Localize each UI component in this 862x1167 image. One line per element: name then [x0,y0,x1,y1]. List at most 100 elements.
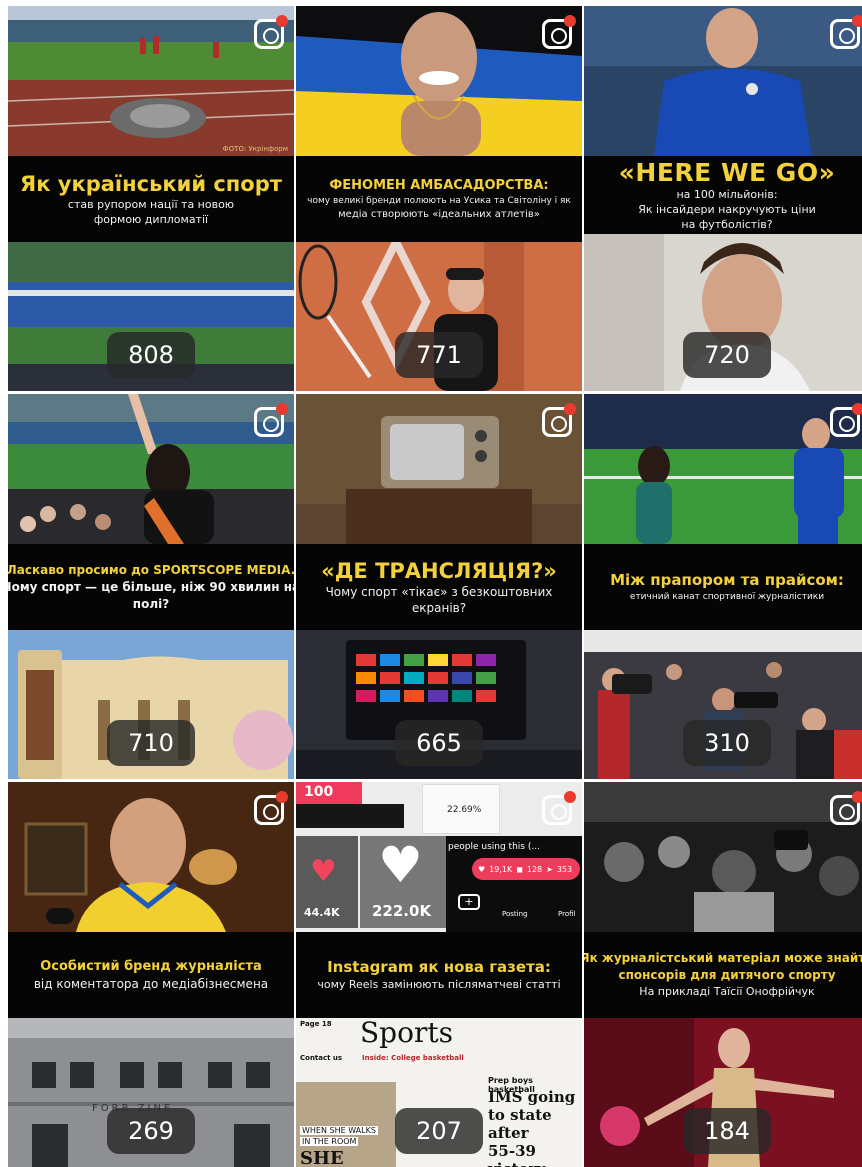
stat-shares: 353 [556,864,573,874]
likes-small: 44.4K [304,906,340,919]
old-tv-photo [296,394,582,544]
reel-title-3: полі? [132,596,170,611]
title-banner: ФЕНОМЕН АМБАСАДОРСТВА: чому великі бренд… [296,156,582,242]
reel-icon [254,403,288,437]
reel-title: Instagram як нова газета: [327,958,551,976]
insights-percent: 22.69% [447,805,482,815]
reel-title-1: Ласкаво просимо до SPORTSCOPE MEDIA. [8,562,294,577]
photo-credit: ФОТО: Укрінформ [222,145,288,153]
reel-tile-here-we-go[interactable]: «HERE WE GO» на 100 мільйонів: Як інсайд… [584,6,862,391]
like-tile-small: ♥ 44.4K [296,836,358,928]
page-number: Page 18 [300,1020,332,1028]
stadium-fans-photo [8,394,294,544]
view-count: 808 [107,332,195,378]
likes-big: 222.0K [372,902,432,920]
title-banner: Instagram як нова газета: чому Reels зам… [296,932,582,1018]
headline: IMS going to state after 55-39 victory [488,1088,582,1167]
headline-line-3: 55-39 victory [488,1142,545,1167]
nav-posting: Posting [502,910,528,918]
view-count: 720 [683,332,771,378]
reel-icon [254,791,288,825]
heart-icon: ♥ [378,836,423,894]
reel-title: «HERE WE GO» [618,157,836,187]
people-using-text: people using this (... [448,842,540,852]
reel-tile-ukrainian-sport[interactable]: ФОТО: Укрінформ Як український спорт ста… [8,6,294,391]
stat-comments: 128 [526,864,543,874]
reel-title: «ДЕ ТРАНСЛЯЦІЯ?» [321,559,557,583]
reel-subtitle-1: став рупором нації та новою [67,198,235,211]
reel-tile-broadcast[interactable]: «ДЕ ТРАНСЛЯЦІЯ?» Чому спорт «тікає» з бе… [296,394,582,779]
reel-title: ФЕНОМЕН АМБАСАДОРСТВА: [329,177,549,193]
reel-tile-personal-brand[interactable]: Особистий бренд журналіста від коментато… [8,782,294,1167]
insights-card: 22.69% [422,784,500,834]
newspaper-masthead: Sports [360,1016,453,1049]
title-banner: Особистий бренд журналіста від коментато… [8,932,294,1018]
inside-teaser: Inside: College basketball [362,1054,464,1062]
share-icon: ➤ [546,864,553,874]
reel-counter: 100 [296,782,362,804]
reel-title: Між прапором та прайсом: [610,571,844,589]
pitch-interview-photo [584,394,862,544]
reel-icon [542,791,576,825]
reel-title-2: Чому спорт — це більше, ніж 90 хвилин на [8,579,294,594]
view-count: 710 [107,720,195,766]
reel-subtitle-2: формою дипломатії [93,213,209,226]
reel-tile-instagram-newspaper[interactable]: 100 22.69% ♥ 44.4K ♥ 222.0K people using… [296,782,582,1167]
footballer-photo [584,6,862,156]
reel-title: Як український спорт [20,172,282,196]
reel-icon [830,791,862,825]
reel-title-1: Як журналістський матеріал може знайти [584,951,862,965]
view-count: 665 [395,720,483,766]
reel-subtitle-1: Чому спорт «тікає» з безкоштовних [325,585,553,599]
reels-panel: people using this (... ♥ 19,1K ◼ 128 ➤ 3… [446,836,582,932]
reel-title: Особистий бренд журналіста [40,959,262,974]
title-banner: «HERE WE GO» на 100 мільйонів: Як інсайд… [584,156,862,234]
commentator-portrait-photo [8,782,294,932]
reel-subtitle-1: чому великі бренди полюють на Усика та С… [307,195,571,206]
comment-icon: ◼ [516,864,523,874]
reel-tile-sportscope-welcome[interactable]: Ласкаво просимо до SPORTSCOPE MEDIA. Чом… [8,394,294,779]
boxer-flag-photo [296,6,582,156]
reel-tile-ambassadors[interactable]: ФЕНОМЕН АМБАСАДОРСТВА: чому великі бренд… [296,6,582,391]
reel-tile-flag-and-price[interactable]: Між прапором та прайсом: етичний канат с… [584,394,862,779]
view-count: 184 [683,1108,771,1154]
like-tile-big: ♥ 222.0K [360,836,446,928]
headline-line-1: IMS going [488,1088,576,1106]
reel-icon [542,15,576,49]
title-banner: Ласкаво просимо до SPORTSCOPE MEDIA. Чом… [8,544,294,630]
heart-icon: ♥ [478,864,486,874]
reel-subtitle-1: від коментатора до медіабізнесмена [33,977,269,991]
sidebar-line-2: IN THE ROOM [300,1137,359,1146]
reel-subtitle-3: на футболістів? [681,217,773,231]
contact-us: Contact us [300,1054,343,1062]
stats-strip [296,804,404,828]
reel-stats-pill: ♥ 19,1K ◼ 128 ➤ 353 [472,858,580,880]
stadium-crater-photo [8,6,294,156]
reel-subtitle-2: медіа створюють «ідеальних атлетів» [338,208,540,220]
view-count: 269 [107,1108,195,1154]
view-count: 310 [683,720,771,766]
view-count: 771 [395,332,483,378]
heart-icon: ♥ [310,854,337,889]
plus-icon: + [458,894,480,910]
reel-subtitle-2: екранів? [411,601,467,615]
reels-grid: ФОТО: Укрінформ Як український спорт ста… [0,0,862,1167]
instagram-collage: 100 22.69% ♥ 44.4K ♥ 222.0K people using… [296,782,582,932]
press-crowd-bw-photo [584,782,862,932]
title-banner: Як журналістський матеріал може знайти с… [584,932,862,1018]
title-banner: Між прапором та прайсом: етичний канат с… [584,544,862,630]
reel-icon [254,15,288,49]
nav-profile: Profil [558,910,576,918]
reel-subtitle-1: етичний канат спортивної журналістики [629,592,825,602]
title-banner: Як український спорт став рупором нації … [8,156,294,242]
reel-subtitle-1: На прикладі Таїсії Онофрійчук [639,985,815,998]
view-count: 207 [395,1108,483,1154]
title-banner: «ДЕ ТРАНСЛЯЦІЯ?» Чому спорт «тікає» з бе… [296,544,582,630]
stat-likes: 19,1K [489,864,513,874]
reel-title-2: спонсорів для дитячого спорту [618,968,836,982]
sidebar-line-3: SHE [300,1148,344,1167]
reel-subtitle-2: Як інсайдери накручують ціни [638,202,816,216]
reel-tile-sponsors-kids-sport[interactable]: Як журналістський матеріал може знайти с… [584,782,862,1167]
reel-icon [542,403,576,437]
reel-icon [830,15,862,49]
